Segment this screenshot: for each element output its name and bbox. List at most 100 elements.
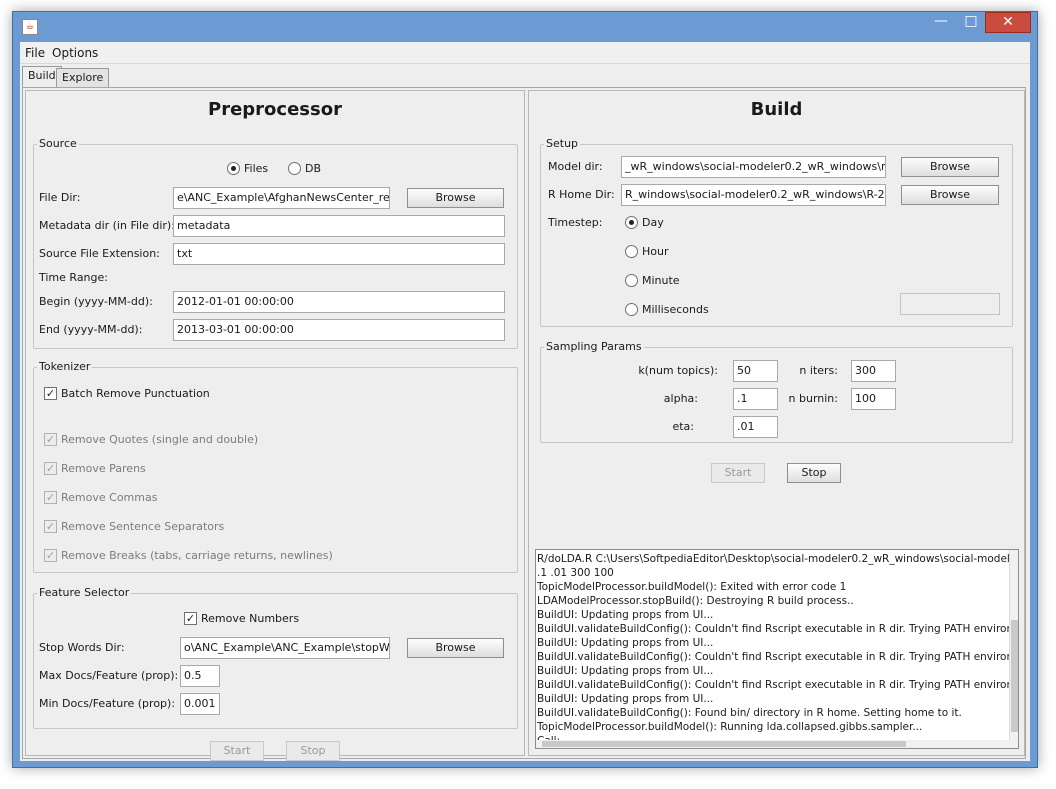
feature-selector-group-title: Feature Selector [37,586,132,599]
end-date-label: End (yyyy-MM-dd): [39,323,143,336]
tokenizer-group-title: Tokenizer [37,360,93,373]
remove-numbers-checkbox[interactable]: ✓ [184,612,197,625]
log-line: BuildUI.validateBuildConfig(): Couldn't … [537,679,1019,691]
source-extension-input[interactable]: txt [173,243,505,265]
min-docs-input[interactable]: 0.001 [180,693,220,715]
n-iters-input[interactable]: 300 [851,360,896,382]
menu-options[interactable]: Options [52,46,98,60]
app-window: ☕ — □ ✕ File Options Build Explore Prepr… [12,11,1038,768]
milliseconds-input[interactable] [900,293,1000,315]
timestep-milliseconds-radio[interactable] [625,303,638,316]
tokenizer-group: Tokenizer ✓ Batch Remove Punctuation ✓ R… [33,360,518,573]
maximize-icon[interactable]: □ [957,12,985,33]
max-docs-input[interactable]: 0.5 [180,665,220,687]
time-range-label: Time Range: [39,271,108,284]
setup-group: Setup Model dir: _wR_windows\social-mode… [540,137,1013,327]
min-docs-label: Min Docs/Feature (prop): [39,697,176,710]
log-line: TopicModelProcessor.buildModel(): Runnin… [537,721,923,733]
remove-commas-checkbox[interactable]: ✓ [44,491,57,504]
tab-explore[interactable]: Explore [56,68,110,87]
timestep-day-radio[interactable] [625,216,638,229]
remove-parens-checkbox[interactable]: ✓ [44,462,57,475]
log-line: LDAModelProcessor.stopBuild(): Destroyin… [537,595,854,607]
n-burnin-label: n burnin: [788,392,838,405]
log-horizontal-scrollbar[interactable] [536,740,1011,748]
java-app-icon: ☕ [22,19,38,35]
n-burnin-input[interactable]: 100 [851,388,896,410]
alpha-label: alpha: [663,392,698,405]
begin-date-input[interactable]: 2012-01-01 00:00:00 [173,291,505,313]
tab-strip: Build Explore [20,66,1030,88]
build-log-textarea[interactable]: R/doLDA.R C:\Users\SoftpediaEditor\Deskt… [535,549,1019,749]
preprocessor-start-button[interactable]: Start [210,741,264,761]
model-dir-browse-button[interactable]: Browse [901,157,999,177]
metadata-dir-label: Metadata dir (in File dir): [39,219,175,232]
r-home-dir-input[interactable]: R_windows\social-modeler0.2_wR_windows\R… [621,184,886,206]
model-dir-input[interactable]: _wR_windows\social-modeler0.2_wR_windows… [621,156,886,178]
preprocessor-stop-button[interactable]: Stop [286,741,340,761]
remove-numbers-label: Remove Numbers [201,612,300,625]
files-radio[interactable] [227,162,240,175]
preprocessor-panel: Preprocessor Source Files DB File Dir: e… [25,90,525,761]
log-line: BuildUI: Updating props from UI... [537,693,714,705]
log-vertical-scrollbar[interactable] [1009,550,1018,748]
alpha-input[interactable]: .1 [733,388,778,410]
log-line: BuildUI: Updating props from UI... [537,665,714,677]
sampling-params-group-title: Sampling Params [544,340,644,353]
build-panel: Build Setup Model dir: _wR_windows\socia… [528,90,1025,756]
num-topics-input[interactable]: 50 [733,360,778,382]
remove-breaks-checkbox[interactable]: ✓ [44,549,57,562]
remove-sentence-separators-label: Remove Sentence Separators [61,520,225,533]
begin-date-label: Begin (yyyy-MM-dd): [39,295,153,308]
num-topics-label: k(num topics): [638,364,718,377]
remove-commas-label: Remove Commas [61,491,158,504]
menu-file[interactable]: File [25,46,45,60]
files-radio-label: Files [244,162,269,175]
eta-input[interactable]: .01 [733,416,778,438]
stop-words-browse-button[interactable]: Browse [407,638,504,658]
log-line: TopicModelProcessor.buildModel(): Exited… [537,581,847,593]
end-date-input[interactable]: 2013-03-01 00:00:00 [173,319,505,341]
batch-remove-punctuation-label: Batch Remove Punctuation [61,387,210,400]
n-iters-label: n iters: [799,364,838,377]
timestep-minute-radio[interactable] [625,274,638,287]
log-line: .1 .01 300 100 [537,567,614,579]
remove-quotes-label: Remove Quotes (single and double) [61,433,259,446]
metadata-dir-input[interactable]: metadata [173,215,505,237]
batch-remove-punctuation-checkbox[interactable]: ✓ [44,387,57,400]
log-line: R/doLDA.R C:\Users\SoftpediaEditor\Deskt… [537,553,1019,565]
source-group-title: Source [37,137,79,150]
remove-parens-label: Remove Parens [61,462,146,475]
log-horizontal-scroll-thumb[interactable] [542,741,906,747]
remove-sentence-separators-checkbox[interactable]: ✓ [44,520,57,533]
build-heading: Build [750,99,803,120]
feature-selector-group: Feature Selector ✓ Remove Numbers Stop W… [33,586,518,729]
log-line: BuildUI.validateBuildConfig(): Couldn't … [537,623,1019,635]
db-radio[interactable] [288,162,301,175]
setup-group-title: Setup [544,137,581,150]
log-vertical-scroll-thumb[interactable] [1011,620,1018,732]
timestep-hour-label: Hour [642,245,669,258]
title-bar[interactable]: ☕ — □ ✕ [13,12,1037,42]
r-home-dir-browse-button[interactable]: Browse [901,185,999,205]
db-radio-label: DB [305,162,322,175]
max-docs-label: Max Docs/Feature (prop): [39,669,179,682]
source-extension-label: Source File Extension: [39,247,160,260]
remove-quotes-checkbox[interactable]: ✓ [44,433,57,446]
minimize-icon[interactable]: — [927,12,955,33]
close-icon[interactable]: ✕ [985,12,1031,33]
build-start-button[interactable]: Start [711,463,765,483]
file-dir-browse-button[interactable]: Browse [407,188,504,208]
model-dir-label: Model dir: [548,160,603,173]
build-tab-content: Preprocessor Source Files DB File Dir: e… [22,87,1026,761]
log-line: BuildUI: Updating props from UI... [537,637,714,649]
r-home-dir-label: R Home Dir: [548,188,615,201]
sampling-params-group: Sampling Params k(num topics): 50 n iter… [540,340,1013,443]
menu-bar: File Options [20,42,1030,64]
timestep-hour-radio[interactable] [625,245,638,258]
log-line: BuildUI.validateBuildConfig(): Found bin… [537,707,962,719]
build-stop-button[interactable]: Stop [787,463,841,483]
preprocessor-heading: Preprocessor [208,99,342,120]
stop-words-dir-input[interactable]: o\ANC_Example\ANC_Example\stopWords [180,637,390,659]
file-dir-input[interactable]: e\ANC_Example\AfghanNewsCenter_recent [173,187,390,209]
